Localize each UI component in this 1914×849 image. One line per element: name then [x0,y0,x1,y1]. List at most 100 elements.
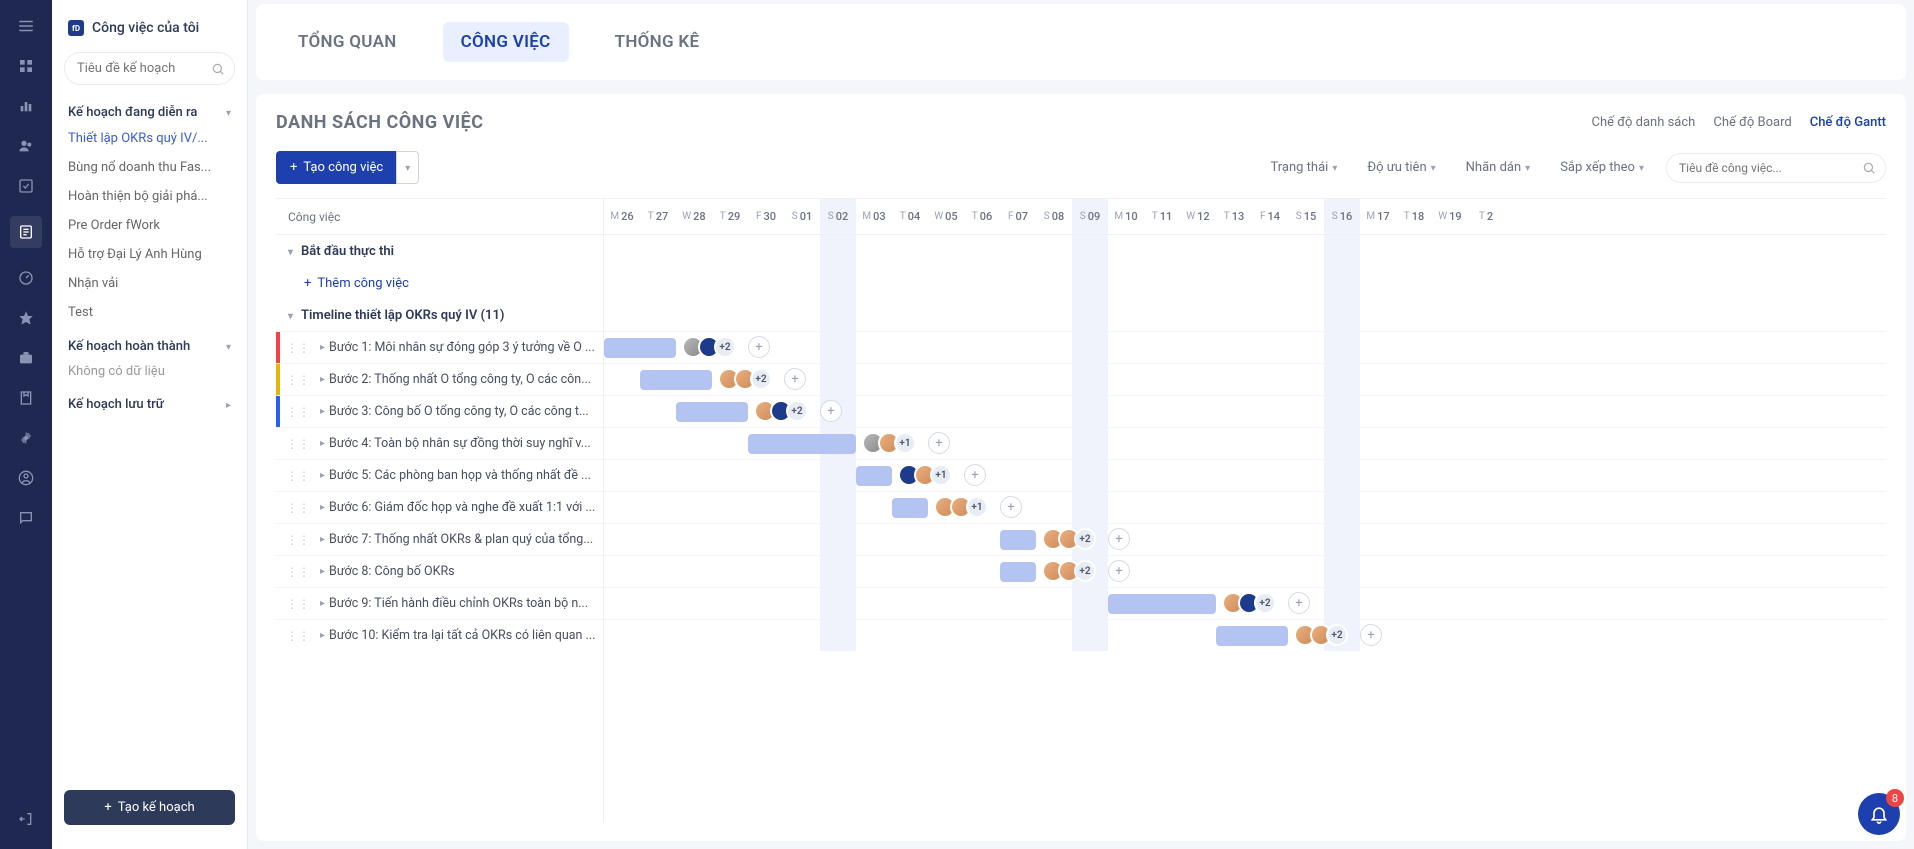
chevron-right-icon[interactable]: ▸ [316,342,329,353]
dashboard-icon[interactable] [16,56,36,76]
task-row[interactable]: ⋮⋮▸Bước 2: Thống nhất O tổng công ty, O … [276,363,603,395]
bookmark-icon[interactable] [16,388,36,408]
sidebar-item-plan-1[interactable]: Bùng nổ doanh thu Fas... [52,153,247,182]
chart-icon[interactable] [16,96,36,116]
add-assignee-button[interactable]: + [820,400,842,422]
task-row[interactable]: ⋮⋮▸Bước 10: Kiểm tra lại tất cả OKRs có … [276,619,603,651]
drag-handle-icon[interactable]: ⋮⋮ [280,597,316,611]
sidebar-item-plan-5[interactable]: Nhận vải [52,269,247,298]
chevron-right-icon[interactable]: ▸ [316,598,329,609]
task-row[interactable]: ⋮⋮▸Bước 3: Công bố O tổng công ty, O các… [276,395,603,427]
add-assignee-button[interactable]: + [1360,624,1382,646]
avatar-more-badge[interactable]: +1 [894,432,916,454]
add-assignee-button[interactable]: + [964,464,986,486]
add-assignee-button[interactable]: + [1000,496,1022,518]
star-icon[interactable] [16,308,36,328]
avatar-more-badge[interactable]: +2 [750,368,772,390]
task-row[interactable]: ⋮⋮▸Bước 6: Giám đốc họp và nghe đề xuất … [276,491,603,523]
sidebar-section-archived[interactable]: Kế hoạch lưu trữ [52,385,247,416]
chevron-right-icon[interactable]: ▸ [316,566,329,577]
gauge-icon[interactable] [16,268,36,288]
add-assignee-button[interactable]: + [1288,592,1310,614]
add-assignee-button[interactable]: + [1108,560,1130,582]
sidebar-item-plan-2[interactable]: Hoàn thiện bộ giải phá... [52,182,247,211]
drag-handle-icon[interactable]: ⋮⋮ [280,341,316,355]
gantt-bar[interactable] [892,498,928,518]
gantt-bar[interactable] [640,370,712,390]
task-search[interactable] [1666,153,1886,183]
drag-handle-icon[interactable]: ⋮⋮ [280,533,316,547]
chevron-right-icon[interactable]: ▸ [316,374,329,385]
plan-search-input[interactable] [64,52,235,85]
briefcase-icon[interactable] [16,348,36,368]
tab-stats[interactable]: THỐNG KÊ [597,22,718,62]
add-assignee-button[interactable]: + [1108,528,1130,550]
chevron-right-icon[interactable]: ▸ [316,534,329,545]
drag-handle-icon[interactable]: ⋮⋮ [280,565,316,579]
task-search-input[interactable] [1666,153,1886,183]
chevron-right-icon[interactable]: ▸ [316,438,329,449]
view-board[interactable]: Chế độ Board [1713,115,1791,130]
team-icon[interactable] [16,136,36,156]
user-circle-icon[interactable] [16,468,36,488]
drag-handle-icon[interactable]: ⋮⋮ [280,405,316,419]
gantt-bar[interactable] [856,466,892,486]
gantt-bar[interactable] [1216,626,1288,646]
avatar-more-badge[interactable]: +2 [786,400,808,422]
create-task-dropdown[interactable] [396,151,419,184]
chevron-right-icon[interactable]: ▸ [316,470,329,481]
task-row[interactable]: ⋮⋮▸Bước 8: Công bố OKRs [276,555,603,587]
task-row[interactable]: ⋮⋮▸Bước 4: Toàn bộ nhân sự đồng thời suy… [276,427,603,459]
task-row[interactable]: ⋮⋮▸Bước 7: Thống nhất OKRs & plan quý củ… [276,523,603,555]
add-assignee-button[interactable]: + [784,368,806,390]
gantt-bar[interactable] [1000,530,1036,550]
add-assignee-button[interactable]: + [928,432,950,454]
avatar-more-badge[interactable]: +1 [966,496,988,518]
filter-sort[interactable]: Sắp xếp theo [1552,156,1652,179]
avatar-more-badge[interactable]: +1 [930,464,952,486]
gantt-bar[interactable] [1108,594,1216,614]
task-row[interactable]: ⋮⋮▸Bước 9: Tiến hành điều chỉnh OKRs toà… [276,587,603,619]
avatar-more-badge[interactable]: +2 [1254,592,1276,614]
drag-handle-icon[interactable]: ⋮⋮ [280,437,316,451]
drag-handle-icon[interactable]: ⋮⋮ [280,629,316,643]
create-plan-button[interactable]: + Tạo kế hoạch [64,790,235,825]
avatar-more-badge[interactable]: +2 [1326,624,1348,646]
task-row[interactable]: ⋮⋮▸Bước 5: Các phòng ban họp và thống nh… [276,459,603,491]
sidebar-section-active[interactable]: Kế hoạch đang diễn ra [52,93,247,124]
checkbox-icon[interactable] [16,176,36,196]
avatar-more-badge[interactable]: +2 [1074,560,1096,582]
create-task-button[interactable]: + Tạo công việc [276,151,397,184]
sidebar-item-plan-4[interactable]: Hỗ trợ Đại Lý Anh Hùng [52,240,247,269]
chat-icon[interactable] [16,508,36,528]
gantt-bar[interactable] [1000,562,1036,582]
add-assignee-button[interactable]: + [748,336,770,358]
add-task-row[interactable]: +Thêm công việc [276,267,603,299]
gear-icon[interactable] [16,428,36,448]
view-gantt[interactable]: Chế độ Gantt [1810,115,1886,130]
filter-label[interactable]: Nhãn dán [1458,156,1539,179]
sidebar-section-done[interactable]: Kế hoạch hoàn thành [52,327,247,358]
gantt-bar[interactable] [676,402,748,422]
group-start[interactable]: Bắt đầu thực thi [276,235,603,267]
drag-handle-icon[interactable]: ⋮⋮ [280,373,316,387]
filter-priority[interactable]: Độ ưu tiên [1359,156,1443,179]
avatar-more-badge[interactable]: +2 [714,336,736,358]
task-row[interactable]: ⋮⋮▸Bước 1: Môi nhân sự đóng góp 3 ý tưởn… [276,331,603,363]
sidebar-item-plan-0[interactable]: Thiết lập OKRs quý IV/... [52,124,247,153]
drag-handle-icon[interactable]: ⋮⋮ [280,469,316,483]
chevron-right-icon[interactable]: ▸ [316,630,329,641]
chevron-right-icon[interactable]: ▸ [316,502,329,513]
filter-status[interactable]: Trạng thái [1262,156,1345,179]
drag-handle-icon[interactable]: ⋮⋮ [280,501,316,515]
tab-jobs[interactable]: CÔNG VIỆC [443,22,569,62]
tab-overview[interactable]: TỔNG QUAN [280,22,415,62]
notification-button[interactable]: 8 [1858,793,1900,835]
sidebar-item-plan-3[interactable]: Pre Order fWork [52,211,247,240]
avatar-more-badge[interactable]: +2 [1074,528,1096,550]
view-list[interactable]: Chế độ danh sách [1591,115,1695,130]
group-timeline[interactable]: Timeline thiết lập OKRs quý IV (11) [276,299,603,331]
gantt-timeline[interactable]: M 26T 27W 28T 29F 30S 01S 02M 03T 04W 05… [604,199,1886,823]
menu-icon[interactable] [16,16,36,36]
sidebar-item-plan-6[interactable]: Test [52,298,247,327]
